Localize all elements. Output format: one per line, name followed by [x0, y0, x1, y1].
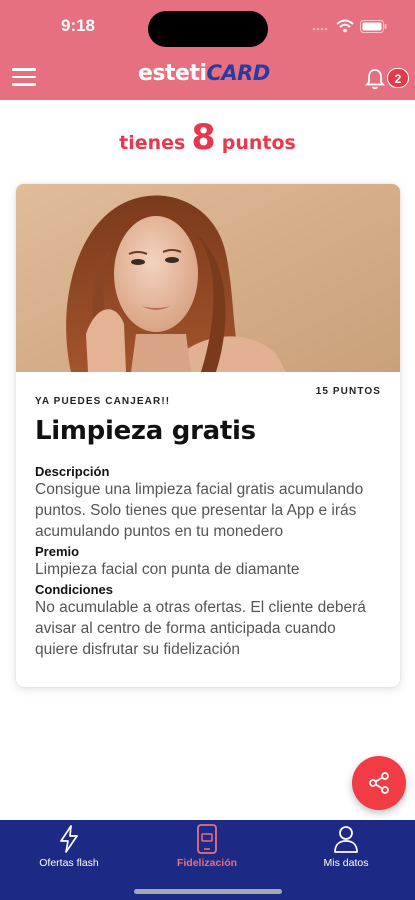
- home-indicator: [134, 889, 282, 894]
- points-suffix: puntos: [221, 132, 296, 154]
- app-logo: estetiCARD: [138, 58, 278, 88]
- dynamic-island: [148, 11, 268, 47]
- bell-icon[interactable]: [365, 68, 385, 90]
- signal-icon: [312, 27, 328, 31]
- nav-label-ofertas-flash: Ofertas flash: [39, 857, 99, 869]
- app-header: 9:18 estetiCARD 2: [0, 0, 415, 100]
- conditions-text: No acumulable a otras ofertas. El client…: [35, 599, 366, 658]
- description-text: Consigue una limpieza facial gratis acum…: [35, 481, 364, 540]
- logo-part-esteti: esteti: [138, 61, 207, 86]
- logo-part-card: CARD: [206, 61, 271, 85]
- phone-card-icon: [197, 824, 217, 854]
- points-prefix: tienes: [119, 132, 186, 154]
- bottom-navigation: Ofertas flash Fidelización Mis datos: [0, 820, 415, 900]
- reward-details: YA PUEDES CANJEAR!! 15 PUNTOS Limpieza g…: [35, 384, 381, 660]
- user-icon: [334, 826, 358, 853]
- prize-label: Premio: [35, 544, 80, 559]
- wifi-icon: [336, 19, 354, 33]
- hamburger-icon: [12, 68, 36, 71]
- points-required: 15 PUNTOS: [315, 386, 381, 397]
- share-button[interactable]: [352, 756, 406, 810]
- points-summary: tienes 8 puntos: [0, 118, 415, 162]
- lightning-icon: [60, 825, 78, 853]
- nav-item-mis-datos[interactable]: Mis datos: [277, 820, 415, 882]
- nav-item-ofertas-flash[interactable]: Ofertas flash: [0, 820, 138, 882]
- conditions-label: Condiciones: [35, 582, 114, 597]
- nav-label-mis-datos: Mis datos: [323, 857, 369, 869]
- hamburger-line: [12, 83, 36, 86]
- menu-button[interactable]: [12, 66, 38, 88]
- reward-title: Limpieza gratis: [35, 416, 256, 446]
- points-value: 8: [191, 118, 216, 158]
- nav-item-fidelizacion[interactable]: Fidelización: [138, 820, 276, 882]
- description-label: Descripción: [35, 464, 110, 479]
- reward-card[interactable]: YA PUEDES CANJEAR!! 15 PUNTOS Limpieza g…: [16, 184, 400, 687]
- reward-photo: [16, 184, 400, 372]
- status-icons: [312, 17, 387, 35]
- nav-label-fidelizacion: Fidelización: [176, 857, 238, 869]
- prize-text: Limpieza facial con punta de diamante: [35, 561, 300, 578]
- hamburger-line: [12, 75, 36, 79]
- status-time: 9:18: [60, 16, 96, 35]
- battery-icon: [360, 19, 387, 33]
- share-icon: [369, 772, 389, 794]
- redeem-status: YA PUEDES CANJEAR!!: [35, 396, 171, 407]
- notification-badge: 2: [387, 68, 409, 88]
